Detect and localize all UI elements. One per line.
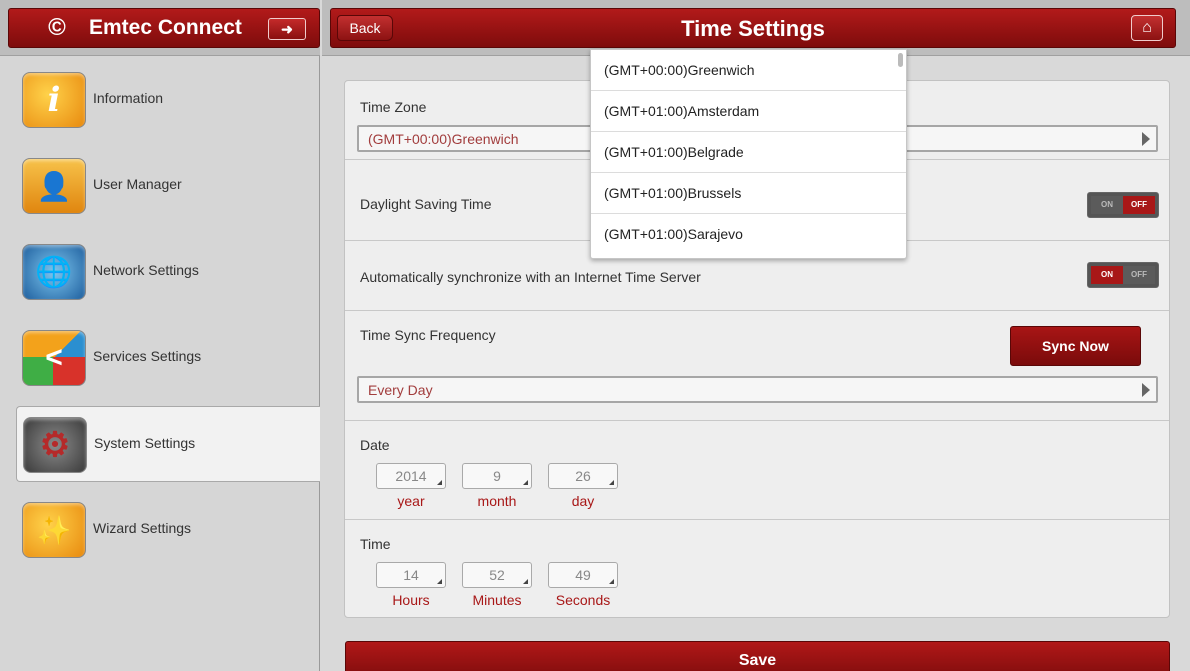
- time-zone-option[interactable]: (GMT+01:00)Belgrade: [591, 132, 906, 173]
- minutes-caption: Minutes: [472, 592, 522, 608]
- spinner-corner-icon: [523, 579, 528, 584]
- month-spinner[interactable]: 9: [462, 463, 532, 489]
- time-label: Time: [360, 536, 391, 552]
- time-zone-label: Time Zone: [360, 99, 427, 115]
- sync-frequency-select[interactable]: Every Day: [357, 376, 1158, 403]
- logout-icon: ➜: [281, 21, 293, 37]
- info-icon: i: [22, 72, 86, 128]
- toggle-off-label: OFF: [1123, 266, 1155, 284]
- time-zone-option[interactable]: (GMT+01:00)Amsterdam: [591, 91, 906, 132]
- time-zone-option[interactable]: (GMT+01:00)Brussels: [591, 173, 906, 214]
- auto-sync-toggle[interactable]: ON OFF: [1087, 262, 1159, 288]
- time-zone-dropdown: (GMT+00:00)Greenwich (GMT+01:00)Amsterda…: [590, 49, 907, 259]
- sidebar-item-network-settings[interactable]: 🌐 Network Settings: [16, 234, 320, 310]
- spinner-corner-icon: [523, 480, 528, 485]
- sidebar: © Emtec Connect ➜ i Information 👤 User M…: [0, 0, 320, 671]
- sidebar-item-label: Network Settings: [93, 262, 199, 278]
- brand-bar: © Emtec Connect ➜: [8, 8, 320, 48]
- time-row: Time 14 52 49 Hours Minutes Seconds: [345, 520, 1169, 618]
- dst-toggle[interactable]: ON OFF: [1087, 192, 1159, 218]
- brand-logo-icon: ©: [48, 14, 66, 41]
- title-bar: Time Settings Back ⌂: [330, 8, 1176, 48]
- sidebar-item-user-manager[interactable]: 👤 User Manager: [16, 148, 320, 224]
- sync-now-button[interactable]: Sync Now: [1010, 326, 1141, 366]
- year-caption: year: [397, 493, 425, 509]
- user-icon: 👤: [22, 158, 86, 214]
- time-zone-option[interactable]: (GMT+01:00)Sarajevo: [591, 214, 906, 255]
- gear-icon: ⚙: [23, 417, 87, 473]
- sync-frequency-value: Every Day: [368, 382, 433, 398]
- sidebar-item-label: User Manager: [93, 176, 182, 192]
- home-button[interactable]: ⌂: [1131, 15, 1163, 41]
- dst-label: Daylight Saving Time: [360, 196, 492, 212]
- save-button[interactable]: Save: [345, 641, 1170, 671]
- sidebar-item-label: Services Settings: [93, 348, 202, 364]
- dropdown-scrollbar[interactable]: [898, 53, 903, 67]
- spinner-corner-icon: [437, 480, 442, 485]
- sync-frequency-label: Time Sync Frequency: [360, 327, 496, 343]
- home-icon: ⌂: [1142, 19, 1152, 36]
- toggle-on-label: ON: [1091, 266, 1123, 284]
- hours-caption: Hours: [392, 592, 430, 608]
- app-title: Emtec Connect: [89, 16, 242, 39]
- day-spinner[interactable]: 26: [548, 463, 618, 489]
- chevron-right-icon: [1142, 383, 1150, 397]
- year-spinner[interactable]: 2014: [376, 463, 446, 489]
- spinner-corner-icon: [609, 480, 614, 485]
- auto-sync-label: Automatically synchronize with an Intern…: [360, 269, 701, 285]
- minutes-spinner[interactable]: 52: [462, 562, 532, 588]
- hours-spinner[interactable]: 14: [376, 562, 446, 588]
- day-caption: day: [571, 493, 595, 509]
- sidebar-item-label: Wizard Settings: [93, 520, 192, 536]
- date-row: Date 2014 9 26 year month day: [345, 421, 1169, 520]
- month-caption: month: [477, 493, 517, 509]
- time-zone-value: (GMT+00:00)Greenwich: [368, 131, 519, 147]
- chevron-right-icon: [1142, 132, 1150, 146]
- sidebar-item-system-settings[interactable]: ⚙ System Settings: [16, 406, 320, 482]
- sidebar-item-label: Information: [93, 90, 164, 106]
- top-bar: Time Settings Back ⌂: [322, 0, 1190, 56]
- sidebar-item-services-settings[interactable]: < Services Settings: [16, 320, 320, 396]
- page-title: Time Settings: [681, 16, 825, 41]
- back-button[interactable]: Back: [337, 15, 393, 41]
- spinner-corner-icon: [437, 579, 442, 584]
- wand-icon: ✨: [22, 502, 86, 558]
- seconds-spinner[interactable]: 49: [548, 562, 618, 588]
- seconds-caption: Seconds: [555, 592, 611, 608]
- toggle-off-label: OFF: [1123, 196, 1155, 214]
- share-icon: <: [22, 330, 86, 386]
- sidebar-item-information[interactable]: i Information: [16, 62, 320, 138]
- sidebar-item-label: System Settings: [94, 435, 196, 451]
- spinner-corner-icon: [609, 579, 614, 584]
- sidebar-item-wizard-settings[interactable]: ✨ Wizard Settings: [16, 492, 320, 568]
- globe-icon: 🌐: [22, 244, 86, 300]
- time-zone-option[interactable]: (GMT+00:00)Greenwich: [591, 50, 906, 91]
- date-label: Date: [360, 437, 390, 453]
- logout-button[interactable]: ➜: [268, 18, 306, 40]
- sidebar-header: © Emtec Connect ➜: [0, 0, 320, 56]
- toggle-on-label: ON: [1091, 196, 1123, 214]
